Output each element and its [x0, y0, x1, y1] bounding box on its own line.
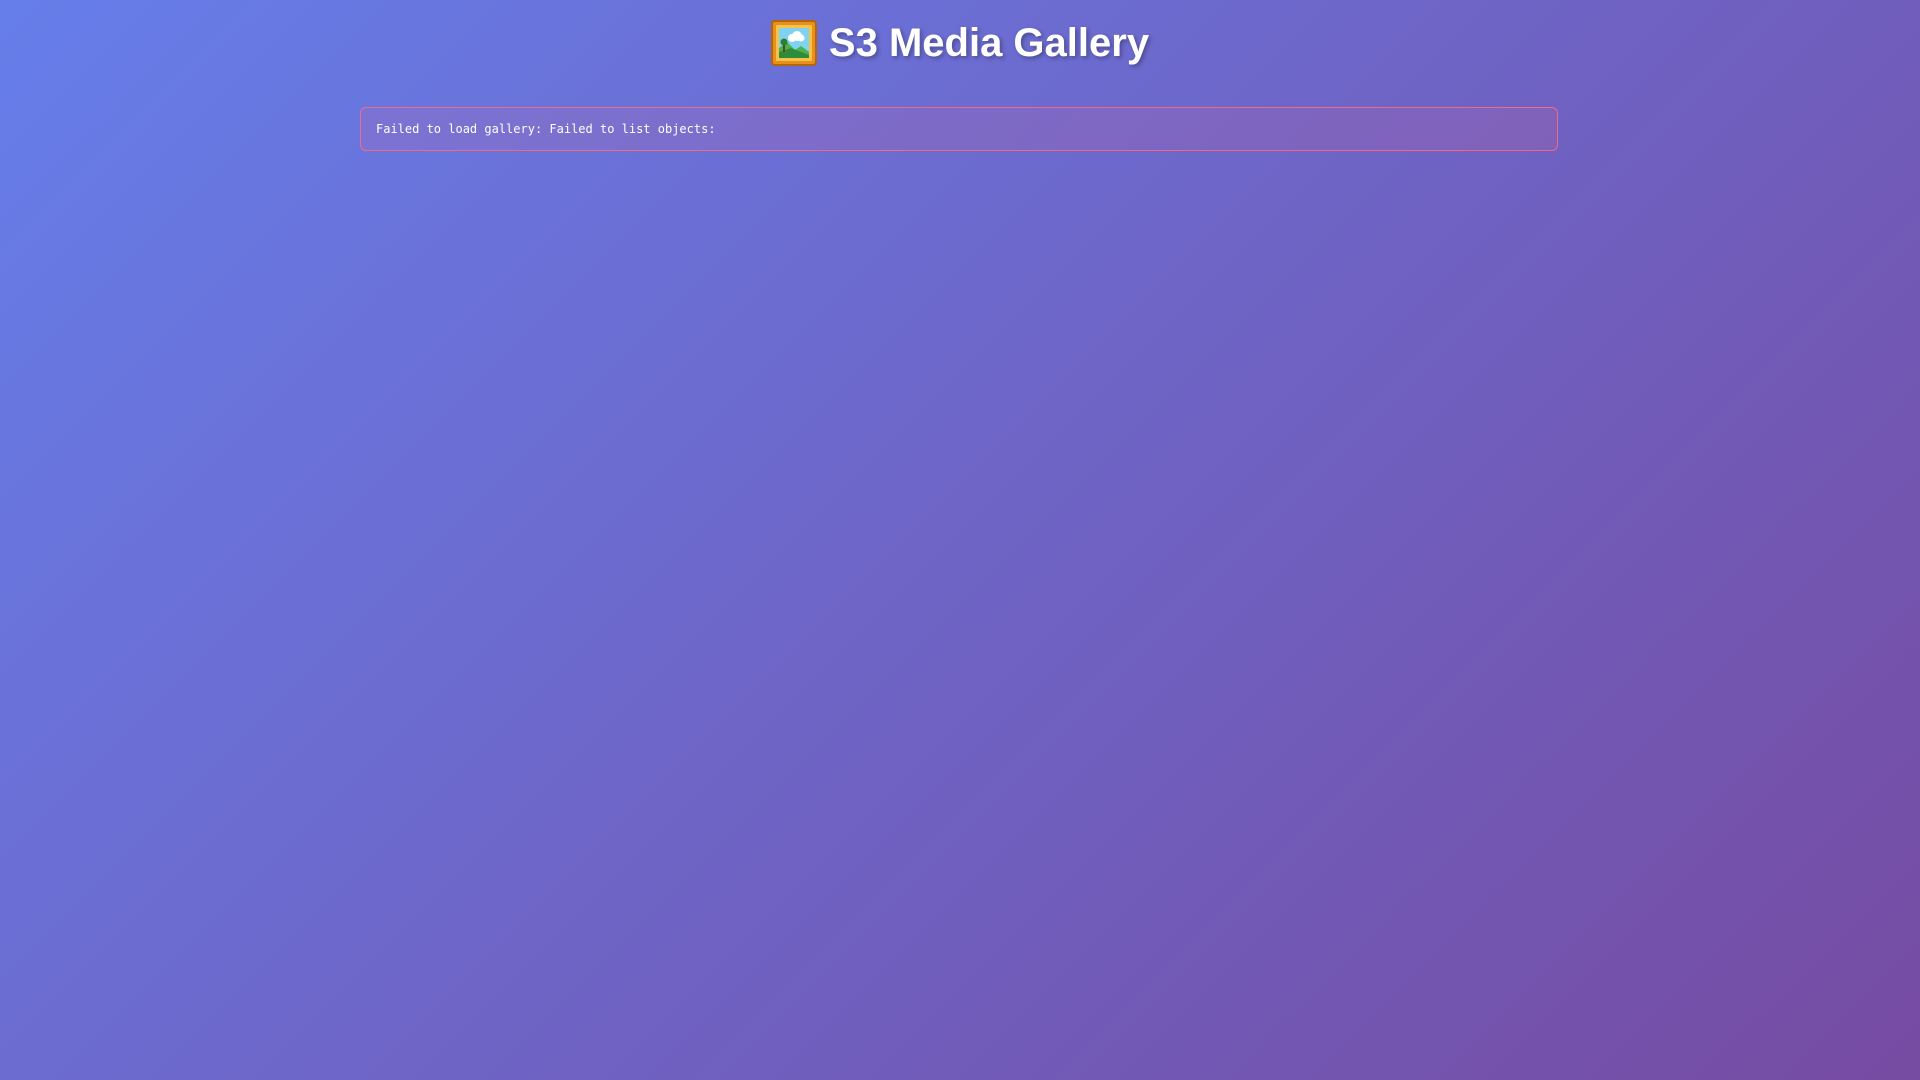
- framed-picture-icon: [770, 20, 817, 66]
- page-title: S3 Media Gallery: [828, 21, 1150, 65]
- page-header: S3 Media Gallery: [0, 0, 1920, 86]
- error-message-box: Failed to load gallery: Failed to list o…: [360, 107, 1558, 151]
- title-group: S3 Media Gallery: [770, 20, 1150, 66]
- error-message-text: Failed to load gallery: Failed to list o…: [376, 122, 716, 136]
